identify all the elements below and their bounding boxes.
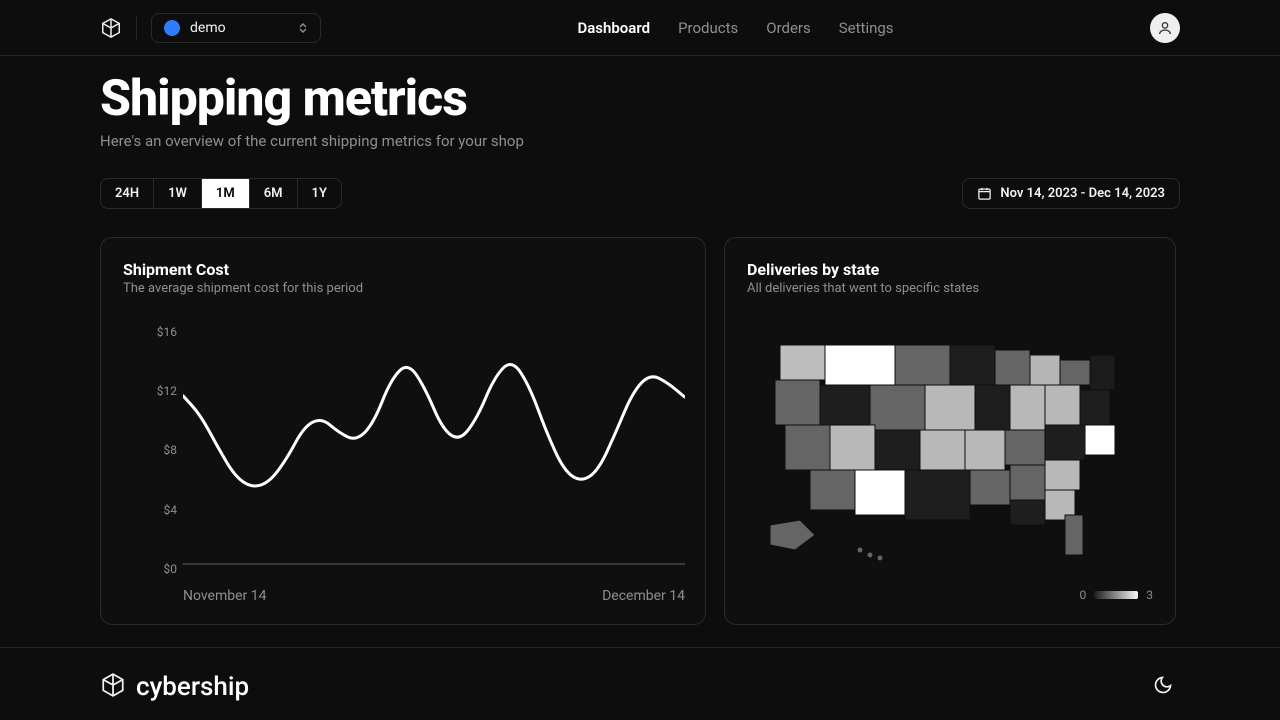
account-button[interactable] (1150, 13, 1180, 43)
legend-max: 3 (1146, 588, 1153, 602)
range-24h[interactable]: 24H (101, 179, 154, 208)
card-title: Deliveries by state (747, 260, 1153, 279)
range-1w[interactable]: 1W (154, 179, 202, 208)
theme-toggle[interactable] (1146, 670, 1180, 704)
brand-name: cybership (136, 672, 249, 702)
nav-item-dashboard[interactable]: Dashboard (577, 19, 650, 37)
nav-item-products[interactable]: Products (678, 19, 738, 37)
y-tick: $16 (157, 325, 177, 339)
page-title: Shipping metrics (100, 70, 1180, 128)
primary-nav: Dashboard Products Orders Settings (321, 19, 1150, 37)
x-tick-start: November 14 (183, 588, 267, 604)
map-legend: 0 3 (747, 588, 1153, 602)
logo-icon (100, 17, 122, 39)
y-tick: $12 (157, 384, 177, 398)
line-chart-svg (183, 310, 685, 574)
us-map (747, 306, 1153, 584)
moon-icon (1153, 675, 1173, 699)
card-shipment-cost: Shipment Cost The average shipment cost … (100, 237, 706, 625)
card-subtitle: The average shipment cost for this perio… (123, 281, 683, 296)
legend-min: 0 (1080, 588, 1087, 602)
range-1m[interactable]: 1M (202, 179, 250, 208)
user-icon (1157, 20, 1173, 36)
card-subtitle: All deliveries that went to specific sta… (747, 281, 1153, 296)
page-subtitle: Here's an overview of the current shippi… (100, 132, 1180, 150)
nav-item-orders[interactable]: Orders (766, 19, 811, 37)
cost-line (183, 365, 685, 486)
shop-name: demo (190, 20, 288, 36)
nav-item-settings[interactable]: Settings (839, 19, 894, 37)
y-tick: $8 (164, 443, 178, 457)
app-header: demo Dashboard Products Orders Settings (0, 0, 1280, 56)
calendar-icon (977, 186, 992, 201)
shipment-cost-chart: $16 $12 $8 $4 $0 November 14 December 14 (123, 310, 685, 580)
shop-selector[interactable]: demo (151, 13, 321, 43)
cards-row: Shipment Cost The average shipment cost … (100, 237, 1180, 625)
y-tick: $4 (164, 503, 178, 517)
date-range-label: Nov 14, 2023 - Dec 14, 2023 (1000, 186, 1165, 201)
card-deliveries-by-state: Deliveries by state All deliveries that … (724, 237, 1176, 625)
footer-brand: cybership (100, 672, 249, 702)
date-range-picker[interactable]: Nov 14, 2023 - Dec 14, 2023 (962, 178, 1180, 209)
footer: cybership (0, 647, 1280, 704)
card-title: Shipment Cost (123, 260, 683, 279)
logo-icon (100, 672, 126, 702)
x-tick-end: December 14 (602, 588, 685, 604)
range-1y[interactable]: 1Y (298, 179, 341, 208)
main-content: Shipping metrics Here's an overview of t… (0, 56, 1280, 625)
legend-gradient (1094, 591, 1138, 599)
range-6m[interactable]: 6M (250, 179, 298, 208)
y-tick: $0 (164, 562, 178, 576)
shop-color-dot (164, 20, 180, 36)
time-range-group: 24H1W1M6M1Y (100, 178, 342, 209)
controls-row: 24H1W1M6M1Y Nov 14, 2023 - Dec 14, 2023 (100, 178, 1180, 209)
chevrons-up-down-icon (298, 22, 308, 34)
divider (136, 16, 137, 40)
